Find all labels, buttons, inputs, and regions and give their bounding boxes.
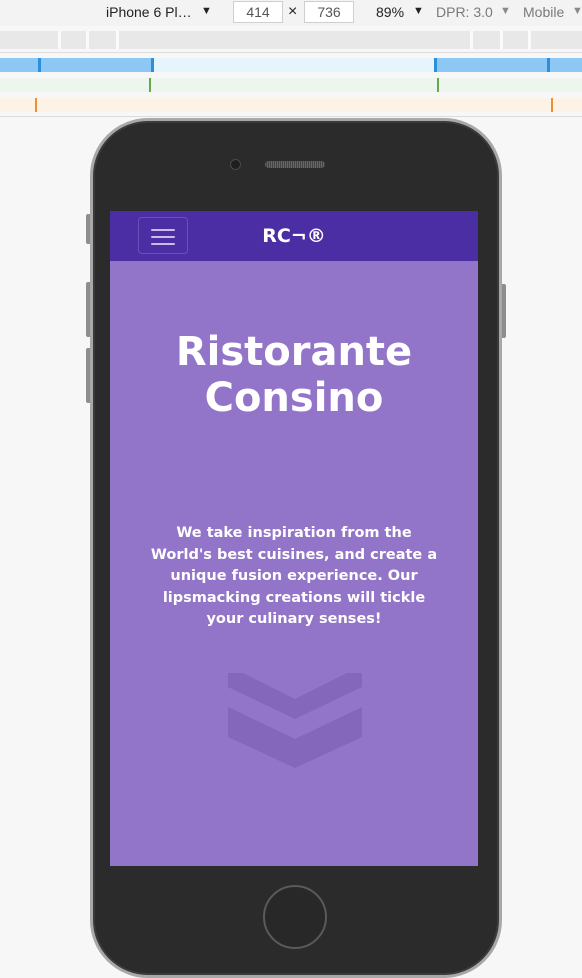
site-brand[interactable]: RC¬® <box>110 225 478 247</box>
media-query-bar-min-width[interactable] <box>0 98 582 112</box>
media-query-marker <box>434 58 437 72</box>
dpr-dropdown-icon[interactable]: ▼ <box>500 5 511 17</box>
ruler-tick <box>528 31 531 49</box>
media-query-segment[interactable] <box>0 58 153 72</box>
phone-home-button <box>263 885 327 949</box>
devtools-device-toolbar: iPhone 6 Pl… ▼ × 89% ▼ DPR: 3.0 ▼ Mobile… <box>0 0 582 26</box>
device-ruler[interactable] <box>0 31 582 49</box>
media-query-marker <box>38 58 41 72</box>
device-dropdown-icon[interactable]: ▼ <box>201 5 212 17</box>
media-query-marker <box>151 58 154 72</box>
zoom-select[interactable]: 89% <box>376 4 404 20</box>
hero-title-line: Ristorante <box>175 329 413 375</box>
device-select[interactable]: iPhone 6 Pl… <box>106 4 192 20</box>
hero-title: Ristorante Consino <box>110 329 478 421</box>
viewport-width-input[interactable] <box>233 1 283 23</box>
ruler-tick <box>86 31 89 49</box>
hero-title-line: Consino <box>204 375 384 421</box>
mode-select[interactable]: Mobile <box>523 4 564 20</box>
viewport-height-input[interactable] <box>304 1 354 23</box>
site-navbar: RC¬® <box>110 211 478 261</box>
device-viewport[interactable]: RC¬® Ristorante Consino We take inspirat… <box>110 211 478 866</box>
hero-tagline: We take inspiration from the World's bes… <box>150 525 438 627</box>
dpr-select[interactable]: DPR: 3.0 <box>436 4 493 20</box>
dimension-separator: × <box>288 3 298 20</box>
media-query-marker <box>547 58 550 72</box>
phone-camera <box>230 159 241 170</box>
chevron-down-icon[interactable] <box>228 671 362 769</box>
media-query-bar-max-width[interactable] <box>0 58 582 72</box>
divider <box>0 116 582 117</box>
media-query-marker <box>35 98 37 112</box>
media-query-marker <box>437 78 439 92</box>
media-query-marker <box>551 98 553 112</box>
ruler-tick <box>58 31 61 49</box>
ruler-tick <box>500 31 503 49</box>
media-query-bar-min-max[interactable] <box>0 78 582 92</box>
phone-speaker <box>265 161 325 168</box>
zoom-dropdown-icon[interactable]: ▼ <box>413 5 424 17</box>
divider <box>0 52 582 53</box>
ruler-tick <box>116 31 119 49</box>
ruler-tick <box>470 31 473 49</box>
mode-dropdown-icon[interactable]: ▼ <box>572 5 582 17</box>
media-query-segment[interactable] <box>436 58 582 72</box>
media-query-marker <box>149 78 151 92</box>
